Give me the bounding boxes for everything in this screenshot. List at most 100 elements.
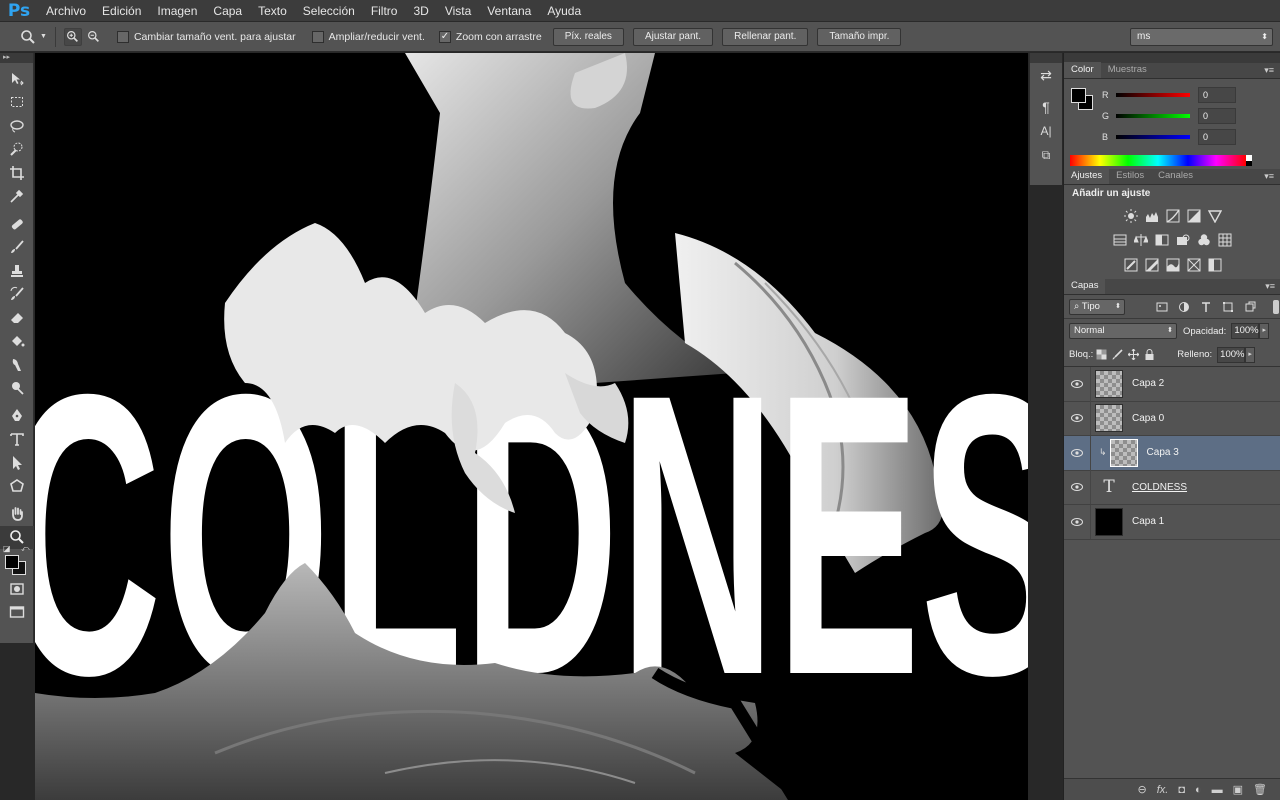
green-value[interactable]: 0 bbox=[1198, 108, 1236, 124]
menu-vista[interactable]: Vista bbox=[437, 0, 479, 22]
paragraph-panel-icon[interactable]: ¶ bbox=[1030, 95, 1062, 119]
tab-layers[interactable]: Capas bbox=[1064, 278, 1106, 294]
fit-screen-button[interactable]: Ajustar pant. bbox=[632, 27, 714, 46]
collapse-arrows-icon[interactable] bbox=[1030, 53, 1062, 63]
fill-input[interactable]: 100% bbox=[1217, 346, 1246, 363]
resize-windows-checkbox[interactable]: Cambiar tamaño vent. para ajustar bbox=[116, 30, 296, 43]
menu-imagen[interactable]: Imagen bbox=[149, 0, 205, 22]
tab-styles[interactable]: Estilos bbox=[1109, 168, 1151, 184]
document-canvas[interactable]: COLDNES bbox=[35, 53, 1028, 800]
brightness-icon[interactable] bbox=[1122, 207, 1139, 224]
menu-capa[interactable]: Capa bbox=[205, 0, 250, 22]
zoom-all-checkbox[interactable]: Ampliar/reducir vent. bbox=[311, 30, 425, 43]
layer-name[interactable]: Capa 3 bbox=[1147, 447, 1179, 458]
history-panel-icon[interactable]: ⇄ bbox=[1030, 63, 1062, 87]
quick-selection-tool[interactable] bbox=[0, 138, 34, 162]
blue-value[interactable]: 0 bbox=[1198, 129, 1236, 145]
opacity-input[interactable]: 100% bbox=[1231, 323, 1260, 339]
lasso-tool[interactable] bbox=[0, 114, 34, 138]
collapse-arrows-icon[interactable]: ▸▸ bbox=[0, 53, 33, 63]
panel-menu-icon[interactable]: ▾≡ bbox=[1265, 281, 1275, 292]
layer-name[interactable]: COLDNESS bbox=[1132, 482, 1187, 493]
hand-tool[interactable] bbox=[0, 502, 34, 526]
panel-menu-icon[interactable]: ▾≡ bbox=[1264, 171, 1274, 182]
layer-name[interactable]: Capa 0 bbox=[1132, 413, 1164, 424]
menu-archivo[interactable]: Archivo bbox=[38, 0, 94, 22]
dodge-tool[interactable] bbox=[0, 377, 34, 401]
black-swatch[interactable] bbox=[1246, 161, 1252, 166]
workspace-select[interactable]: ms ⬍ bbox=[1130, 28, 1273, 46]
shape-tool[interactable] bbox=[0, 475, 34, 499]
move-tool[interactable] bbox=[0, 67, 34, 91]
path-selection-tool[interactable] bbox=[0, 451, 34, 475]
lock-pixels-icon[interactable] bbox=[1109, 347, 1125, 363]
tab-channels[interactable]: Canales bbox=[1151, 168, 1200, 184]
fx-icon[interactable]: fx. bbox=[1157, 784, 1169, 796]
visibility-eye-icon[interactable] bbox=[1064, 504, 1091, 539]
filter-adjustment-icon[interactable] bbox=[1175, 298, 1193, 316]
layer-name[interactable]: Capa 1 bbox=[1132, 516, 1164, 527]
screen-mode-button[interactable] bbox=[0, 601, 34, 625]
invert-icon[interactable] bbox=[1122, 256, 1139, 273]
blend-mode-select[interactable]: Normal ⬍ bbox=[1069, 323, 1177, 339]
eyedropper-tool[interactable] bbox=[0, 185, 34, 209]
healing-brush-tool[interactable] bbox=[0, 212, 34, 236]
link-icon[interactable]: ⊖ bbox=[1137, 783, 1146, 796]
filter-smart-object-icon[interactable] bbox=[1241, 298, 1259, 316]
scrubby-zoom-checkbox[interactable]: ✓ Zoom con arrastre bbox=[438, 30, 542, 43]
menu-texto[interactable]: Texto bbox=[250, 0, 295, 22]
foreground-color-swatch[interactable] bbox=[5, 555, 19, 569]
visibility-eye-icon[interactable] bbox=[1064, 366, 1091, 401]
color-spectrum[interactable] bbox=[1070, 155, 1252, 166]
menu-seleccion[interactable]: Selección bbox=[295, 0, 363, 22]
color-swatches[interactable]: ◪ ⤺ bbox=[0, 544, 34, 577]
default-colors-icon[interactable]: ◪ bbox=[3, 544, 11, 553]
tab-adjustments[interactable]: Ajustes bbox=[1064, 168, 1110, 184]
layer-row-selected[interactable]: ↳ Capa 3 bbox=[1064, 435, 1280, 471]
tool-preset-picker[interactable]: ▼ bbox=[20, 29, 47, 45]
zoom-out-button[interactable] bbox=[85, 28, 103, 46]
menu-filtro[interactable]: Filtro bbox=[363, 0, 406, 22]
lock-all-icon[interactable] bbox=[1141, 347, 1157, 363]
new-layer-icon[interactable]: ▣ bbox=[1233, 783, 1243, 796]
curves-icon[interactable] bbox=[1164, 207, 1181, 224]
red-slider[interactable] bbox=[1116, 93, 1190, 97]
mask-icon[interactable]: ◘ bbox=[1178, 784, 1185, 796]
visibility-eye-icon[interactable] bbox=[1064, 470, 1091, 505]
type-tool[interactable] bbox=[0, 428, 34, 452]
channel-mixer-icon[interactable] bbox=[1196, 231, 1213, 248]
black-white-icon[interactable] bbox=[1154, 231, 1171, 248]
adjustment-icon[interactable]: ◐ bbox=[1195, 784, 1202, 796]
filter-kind-select[interactable]: ⌕ Tipo ⬍ bbox=[1069, 298, 1125, 315]
history-brush-tool[interactable] bbox=[0, 283, 34, 307]
menu-3d[interactable]: 3D bbox=[405, 0, 436, 22]
layer-row[interactable]: Capa 1 bbox=[1064, 504, 1280, 540]
character-panel-icon[interactable]: A| bbox=[1030, 119, 1062, 143]
threshold-icon[interactable] bbox=[1164, 256, 1181, 273]
group-icon[interactable]: ▬ bbox=[1212, 784, 1223, 796]
vibrance-icon[interactable] bbox=[1206, 207, 1223, 224]
swap-colors-icon[interactable]: ⤺ bbox=[21, 544, 30, 554]
tab-color[interactable]: Color bbox=[1064, 62, 1101, 78]
pen-tool[interactable] bbox=[0, 404, 34, 428]
layer-row[interactable]: Capa 2 bbox=[1064, 366, 1280, 402]
visibility-eye-icon[interactable] bbox=[1064, 401, 1091, 436]
exposure-icon[interactable] bbox=[1185, 207, 1202, 224]
quick-mask-button[interactable] bbox=[0, 577, 34, 601]
smudge-tool[interactable] bbox=[0, 353, 34, 377]
color-lookup-icon[interactable] bbox=[1217, 231, 1234, 248]
layer-name[interactable]: Capa 2 bbox=[1132, 378, 1164, 389]
clone-stamp-tool[interactable] bbox=[0, 259, 34, 283]
layer-comps-icon[interactable]: ⧉ bbox=[1030, 143, 1062, 167]
fill-dropdown[interactable]: ▸ bbox=[1245, 346, 1256, 363]
fill-screen-button[interactable]: Rellenar pant. bbox=[722, 27, 809, 46]
paint-bucket-tool[interactable] bbox=[0, 330, 34, 354]
opacity-dropdown[interactable]: ▸ bbox=[1259, 323, 1270, 339]
blue-slider[interactable] bbox=[1116, 135, 1190, 139]
color-balance-icon[interactable] bbox=[1133, 231, 1150, 248]
gradient-map-icon[interactable] bbox=[1185, 256, 1202, 273]
levels-icon[interactable] bbox=[1143, 207, 1160, 224]
panel-menu-icon[interactable]: ▾≡ bbox=[1264, 65, 1274, 76]
layer-row[interactable]: Capa 0 bbox=[1064, 401, 1280, 436]
tab-swatches[interactable]: Muestras bbox=[1101, 62, 1154, 78]
